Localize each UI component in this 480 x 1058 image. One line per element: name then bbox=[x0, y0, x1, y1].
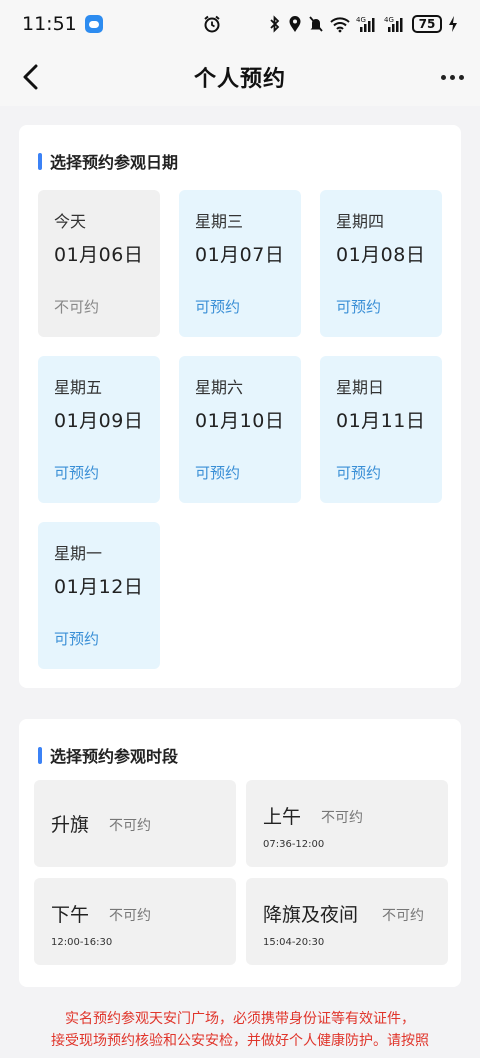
status-time: 11:51 bbox=[22, 13, 77, 35]
date-selection-card: 选择预约参观日期 今天 01月06日 不可约 星期三 01月07日 可预约 星期… bbox=[19, 125, 461, 688]
svg-text:4G: 4G bbox=[384, 16, 394, 24]
date-status: 可预约 bbox=[54, 464, 100, 482]
header-bar: 个人预约 bbox=[0, 48, 480, 106]
slot-status: 不可约 bbox=[109, 818, 151, 834]
slot-status: 不可约 bbox=[382, 908, 424, 924]
date-day: 01月11日 bbox=[336, 410, 426, 432]
date-weekday: 星期五 bbox=[54, 378, 103, 397]
slot-time-range: 07:36-12:00 bbox=[263, 839, 325, 850]
page-title: 个人预约 bbox=[193, 67, 286, 92]
date-status: 可预约 bbox=[336, 464, 382, 482]
mute-icon bbox=[308, 14, 324, 34]
battery-icon: 75 bbox=[412, 15, 442, 33]
signal-4g-icon: 4G bbox=[384, 14, 406, 34]
more-dot bbox=[440, 74, 446, 80]
time-slot-evening[interactable]: 降旗及夜间 不可约 15:04-20:30 bbox=[246, 878, 448, 965]
signal-4g-icon: 4G bbox=[356, 14, 378, 34]
date-day: 01月07日 bbox=[195, 244, 285, 266]
date-weekday: 星期一 bbox=[54, 544, 103, 563]
status-bar: 11:51 4G 4G 75 bbox=[0, 0, 480, 48]
charging-icon bbox=[448, 14, 458, 34]
time-slot-morning[interactable]: 上午 不可约 07:36-12:00 bbox=[246, 780, 448, 867]
date-status: 可预约 bbox=[54, 630, 100, 648]
date-day: 01月10日 bbox=[195, 410, 285, 432]
time-slot-flag-raising[interactable]: 升旗 不可约 bbox=[34, 780, 236, 867]
date-status: 可预约 bbox=[195, 464, 241, 482]
date-weekday: 星期三 bbox=[195, 212, 244, 231]
section-accent-bar bbox=[38, 746, 42, 764]
date-weekday: 星期日 bbox=[336, 378, 385, 397]
notice-line-2: 接受现场预约核验和公安安检，并做好个人健康防护。请按照 bbox=[51, 1033, 429, 1049]
notice-text: 实名预约参观天安门广场，必须携带身份证等有效证件， 接受现场预约核验和公安安检，… bbox=[19, 1008, 461, 1052]
date-status: 可预约 bbox=[195, 298, 241, 316]
wifi-icon bbox=[330, 14, 350, 34]
message-app-icon bbox=[84, 15, 103, 33]
date-day: 01月09日 bbox=[54, 410, 144, 432]
date-tile-0109[interactable]: 星期五 01月09日 可预约 bbox=[38, 356, 160, 503]
section-accent-bar bbox=[38, 152, 42, 170]
slot-name: 上午 bbox=[263, 806, 302, 828]
more-button[interactable] bbox=[436, 62, 468, 92]
date-tile-0112[interactable]: 星期一 01月12日 可预约 bbox=[38, 522, 160, 669]
date-status: 不可约 bbox=[54, 298, 100, 316]
alarm-icon bbox=[202, 14, 222, 34]
time-section-header: 选择预约参观时段 bbox=[38, 743, 178, 767]
slot-time-range: 15:04-20:30 bbox=[263, 937, 325, 948]
date-weekday: 星期六 bbox=[195, 378, 244, 397]
date-tile-0110[interactable]: 星期六 01月10日 可预约 bbox=[179, 356, 301, 503]
date-weekday: 今天 bbox=[54, 212, 87, 231]
date-weekday: 星期四 bbox=[336, 212, 385, 231]
bluetooth-icon bbox=[268, 14, 282, 34]
notice-line-1: 实名预约参观天安门广场，必须携带身份证等有效证件， bbox=[65, 1011, 415, 1027]
back-button[interactable] bbox=[16, 62, 46, 92]
date-day: 01月12日 bbox=[54, 576, 144, 598]
date-status: 可预约 bbox=[336, 298, 382, 316]
date-section-header: 选择预约参观日期 bbox=[38, 149, 178, 173]
svg-text:4G: 4G bbox=[356, 16, 366, 24]
slot-status: 不可约 bbox=[109, 908, 151, 924]
date-tile-0111[interactable]: 星期日 01月11日 可预约 bbox=[320, 356, 442, 503]
chevron-left-icon bbox=[23, 64, 38, 90]
date-section-title: 选择预约参观日期 bbox=[50, 153, 179, 172]
date-day: 01月08日 bbox=[336, 244, 426, 266]
location-icon bbox=[288, 14, 302, 34]
time-slot-card: 选择预约参观时段 升旗 不可约 上午 不可约 07:36-12:00 下午 不可… bbox=[19, 719, 461, 987]
slot-name: 降旗及夜间 bbox=[263, 904, 359, 926]
date-tile-0106[interactable]: 今天 01月06日 不可约 bbox=[38, 190, 160, 337]
date-tile-0108[interactable]: 星期四 01月08日 可预约 bbox=[320, 190, 442, 337]
slot-status: 不可约 bbox=[321, 810, 363, 826]
time-section-title: 选择预约参观时段 bbox=[50, 747, 179, 766]
slot-name: 下午 bbox=[51, 904, 90, 926]
more-dot bbox=[458, 74, 464, 80]
slot-time-range: 12:00-16:30 bbox=[51, 937, 113, 948]
date-day: 01月06日 bbox=[54, 244, 144, 266]
more-dot bbox=[449, 74, 455, 80]
date-tile-0107[interactable]: 星期三 01月07日 可预约 bbox=[179, 190, 301, 337]
time-slot-afternoon[interactable]: 下午 不可约 12:00-16:30 bbox=[34, 878, 236, 965]
slot-name: 升旗 bbox=[51, 814, 90, 836]
